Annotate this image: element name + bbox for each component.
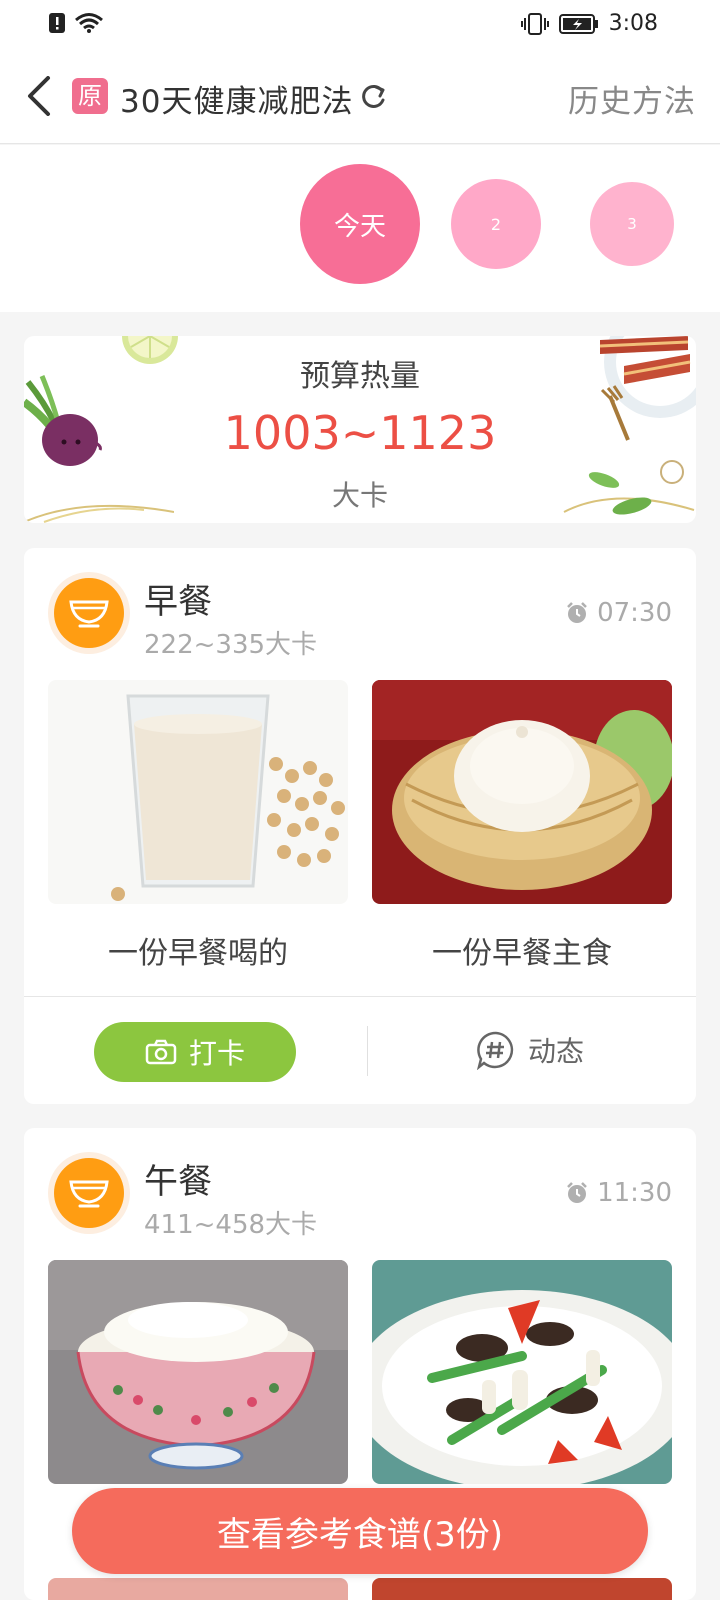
- status-time: 3:08: [608, 11, 658, 36]
- food-image-peek-1: [48, 1578, 348, 1600]
- breakfast-title: 早餐: [144, 582, 212, 622]
- breakfast-card: 早餐 222~335大卡 07:30 一份早餐喝的 一份早餐主食 打卡 动态: [24, 548, 696, 1104]
- breakfast-time-text: 07:30: [597, 598, 672, 628]
- checkin-button[interactable]: 打卡: [94, 1022, 296, 1082]
- lunch-icon-wrap: [48, 1152, 130, 1234]
- alarm-icon: [567, 1182, 587, 1203]
- lunch-title: 午餐: [144, 1162, 212, 1202]
- alarm-icon: [567, 602, 587, 623]
- food-caption-1: 一份早餐喝的: [108, 936, 288, 971]
- day-today[interactable]: 今天: [300, 164, 420, 284]
- food-caption-2: 一份早餐主食: [432, 936, 612, 971]
- hashtag-chat-icon: [476, 1031, 514, 1070]
- status-bar: 3:08: [0, 0, 720, 48]
- original-badge: 原: [72, 78, 108, 114]
- food-image-steamed-bun[interactable]: [372, 680, 672, 904]
- day-2[interactable]: 2: [451, 179, 541, 269]
- camera-icon: [145, 1039, 177, 1065]
- food-image-rice[interactable]: [48, 1260, 348, 1484]
- top-bar: 原 30天健康减肥法 历史方法: [0, 48, 720, 144]
- day-3[interactable]: 3: [590, 182, 674, 266]
- food-image-peek-2: [372, 1578, 672, 1600]
- divider: [24, 996, 696, 997]
- food-image-soymilk[interactable]: [48, 680, 348, 904]
- day-selector: 今天 2 3: [0, 145, 720, 312]
- bowl-icon: [69, 600, 109, 628]
- battery-icon: [558, 13, 598, 34]
- divider-vertical: [367, 1026, 368, 1076]
- refresh-icon[interactable]: [358, 81, 388, 111]
- breakfast-kcal: 222~335大卡: [144, 630, 318, 660]
- dynamic-button[interactable]: 动态: [476, 1030, 584, 1070]
- vibrate-icon: [520, 12, 549, 35]
- page-title: 30天健康减肥法: [120, 84, 354, 120]
- lunch-kcal: 411~458大卡: [144, 1210, 318, 1240]
- budget-value: 1003~1123: [223, 406, 497, 460]
- lunch-time-text: 11:30: [597, 1178, 672, 1208]
- food-image-stirfry[interactable]: [372, 1260, 672, 1484]
- checkin-label: 打卡: [188, 1037, 245, 1070]
- breakfast-time[interactable]: 07:30: [565, 598, 672, 628]
- breakfast-icon-wrap: [48, 572, 130, 654]
- bowl-icon: [69, 1180, 109, 1208]
- view-recipes-button[interactable]: 查看参考食谱(3份): [72, 1488, 648, 1574]
- lunch-time[interactable]: 11:30: [565, 1178, 672, 1208]
- budget-unit: 大卡: [331, 479, 388, 512]
- budget-label: 预算热量: [300, 359, 420, 394]
- budget-card: 预算热量 1003~1123 大卡: [24, 336, 696, 523]
- alert-icon: [49, 13, 65, 33]
- dynamic-label: 动态: [528, 1035, 585, 1068]
- wifi-icon: [75, 13, 103, 33]
- back-icon[interactable]: [22, 76, 58, 116]
- history-methods-link[interactable]: 历史方法: [568, 76, 696, 121]
